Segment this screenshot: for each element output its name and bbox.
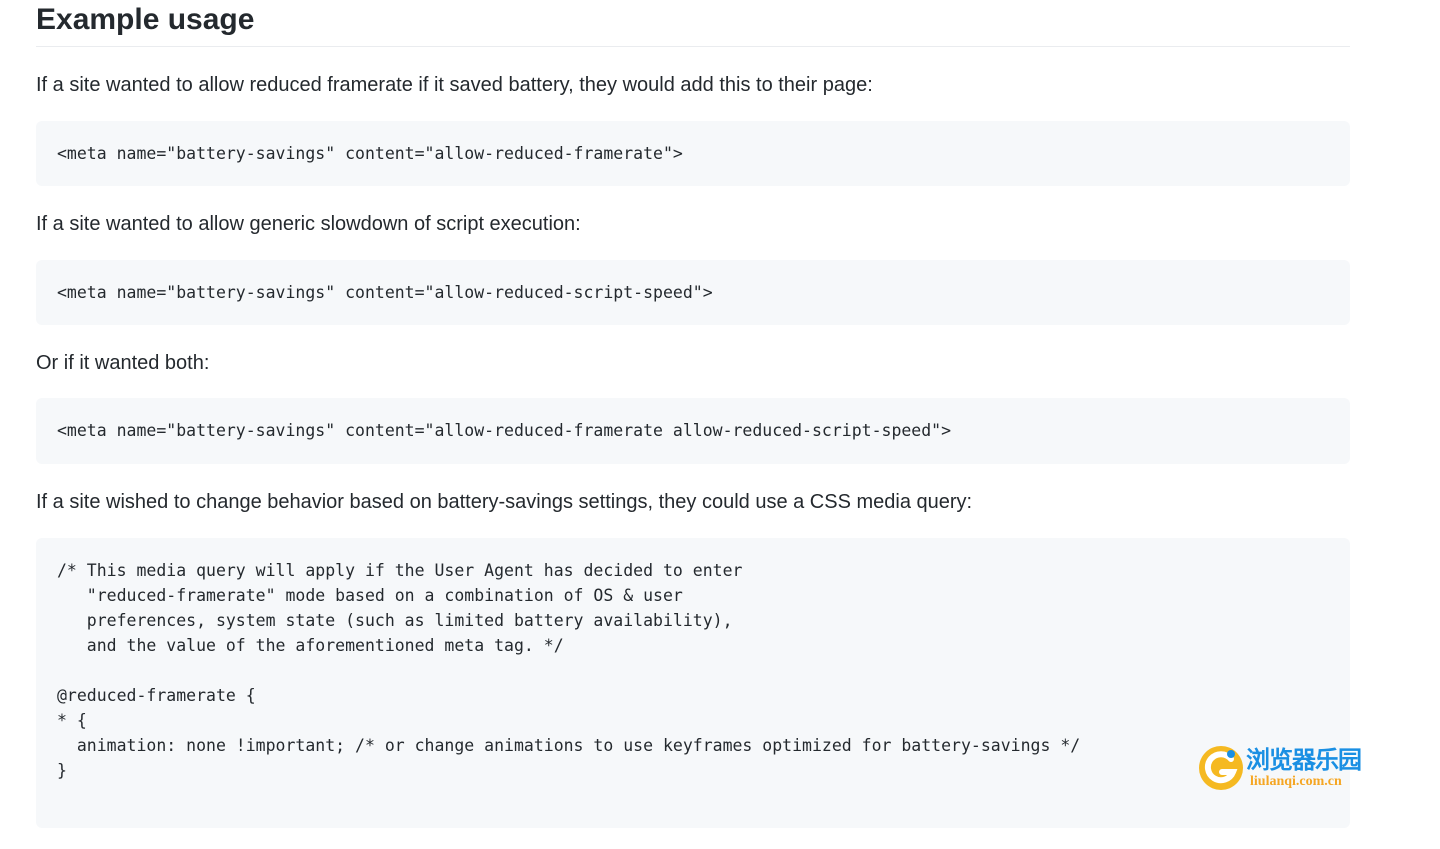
code-block-framerate: <meta name="battery-savings" content="al…	[36, 121, 1350, 186]
code-text-both: <meta name="battery-savings" content="al…	[57, 421, 952, 440]
intro-paragraph-script-speed: If a site wanted to allow generic slowdo…	[36, 213, 581, 235]
code-block-media-query: /* This media query will apply if the Us…	[36, 538, 1350, 828]
intro-paragraph-both: Or if it wanted both:	[36, 352, 210, 374]
code-text-script-speed: <meta name="battery-savings" content="al…	[57, 283, 713, 302]
intro-paragraph-framerate: If a site wanted to allow reduced framer…	[36, 74, 873, 96]
watermark-title: 浏览器乐园	[1246, 745, 1362, 774]
watermark-url: liulanqi.com.cn	[1250, 774, 1342, 789]
site-watermark: 浏览器乐园 liulanqi.com.cn	[1196, 745, 1386, 795]
code-text-framerate: <meta name="battery-savings" content="al…	[57, 144, 683, 163]
code-block-both: <meta name="battery-savings" content="al…	[36, 398, 1350, 464]
watermark-logo-icon	[1198, 745, 1244, 791]
code-block-script-speed: <meta name="battery-savings" content="al…	[36, 260, 1350, 325]
code-text-media-query: /* This media query will apply if the Us…	[57, 561, 1081, 780]
section-heading: Example usage	[36, 0, 1350, 47]
intro-paragraph-media-query: If a site wished to change behavior base…	[36, 491, 973, 513]
